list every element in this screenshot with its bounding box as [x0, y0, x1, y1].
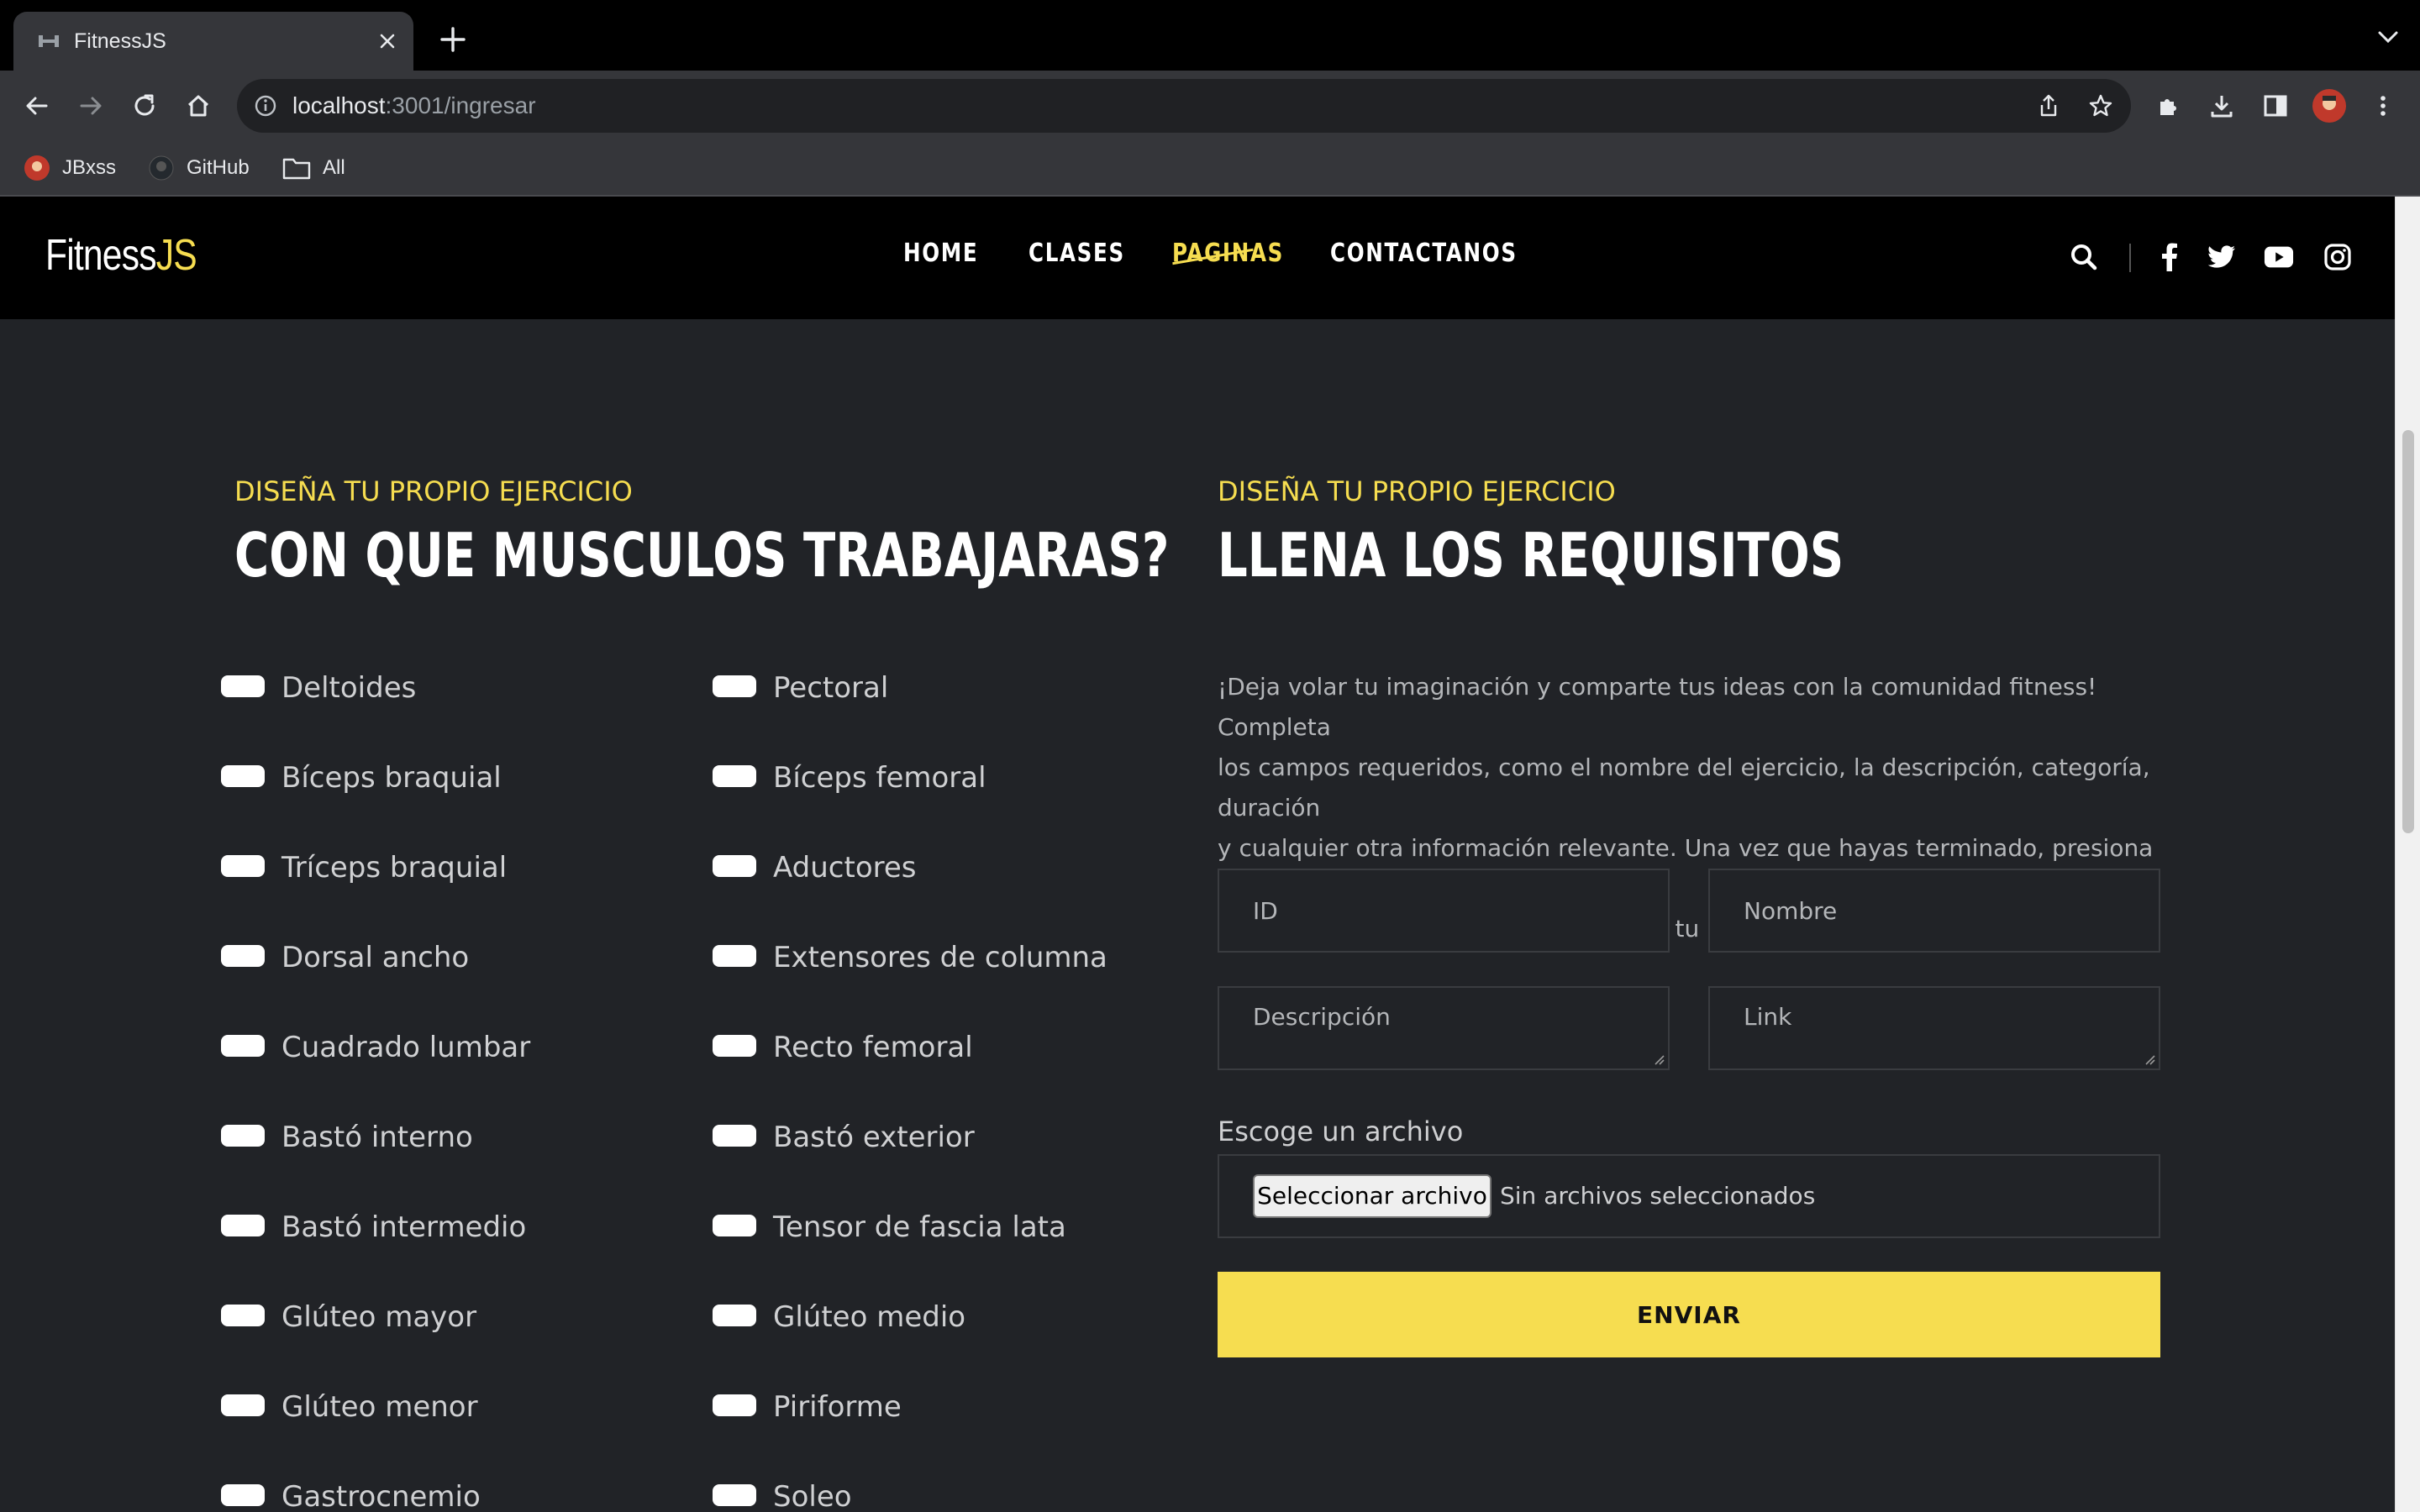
browser-tab[interactable]: FitnessJS	[13, 12, 413, 71]
id-field[interactable]: ID	[1218, 869, 1670, 953]
bookmark-all[interactable]: All	[282, 141, 345, 195]
file-input[interactable]: Seleccionar archivo Sin archivos selecci…	[1218, 1154, 2160, 1238]
avatar-icon	[24, 155, 50, 181]
forward-icon[interactable]	[72, 87, 109, 124]
left-subtitle: DISEÑA TU PROPIO EJERCICIO	[234, 475, 633, 507]
address-bar[interactable]: localhost:3001/ingresar	[237, 79, 2131, 133]
muscle-checkbox[interactable]	[221, 855, 265, 877]
muscle-checkbox[interactable]	[221, 765, 265, 787]
back-icon[interactable]	[18, 87, 55, 124]
submit-button[interactable]: ENVIAR	[1218, 1272, 2160, 1357]
github-icon	[149, 155, 174, 181]
reload-icon[interactable]	[126, 87, 163, 124]
link-textarea[interactable]: Link	[1708, 986, 2160, 1070]
muscle-checkbox[interactable]	[713, 1125, 756, 1147]
info-icon[interactable]	[252, 92, 279, 119]
facebook-icon[interactable]	[2154, 242, 2185, 272]
file-status: Sin archivos seleccionados	[1500, 1182, 1816, 1210]
page-scrollbar[interactable]	[2395, 197, 2420, 1512]
chevron-down-icon[interactable]	[2376, 29, 2400, 45]
download-icon[interactable]	[2203, 87, 2240, 124]
close-icon[interactable]	[376, 30, 398, 52]
muscle-checkbox[interactable]	[713, 1484, 756, 1506]
twitter-icon[interactable]	[2207, 242, 2237, 272]
muscle-checkbox[interactable]	[713, 765, 756, 787]
bookmarks-bar: JBxss GitHub All	[0, 141, 2420, 197]
folder-icon	[282, 158, 311, 180]
new-tab-icon[interactable]	[437, 24, 469, 55]
bookmark-github[interactable]: GitHub	[148, 141, 250, 195]
muscle-checkbox[interactable]	[221, 1035, 265, 1057]
search-icon[interactable]	[2069, 242, 2099, 272]
resize-handle-icon[interactable]	[2144, 1053, 2155, 1065]
star-icon[interactable]	[2087, 92, 2114, 119]
nav-contactanos[interactable]: CONTACTANOS	[1330, 239, 1518, 268]
muscle-checkbox[interactable]	[221, 1484, 265, 1506]
nav-home[interactable]: HOME	[903, 239, 978, 268]
dumbbell-icon	[39, 35, 59, 47]
muscle-checkbox[interactable]	[713, 1394, 756, 1416]
profile-avatar-icon[interactable]	[2311, 87, 2348, 124]
extensions-icon[interactable]	[2149, 87, 2186, 124]
bookmark-jbxss[interactable]: JBxss	[24, 141, 116, 195]
muscle-checkbox[interactable]	[713, 945, 756, 967]
nav-divider	[2129, 244, 2131, 272]
site-header: FitnessJS HOME CLASES PAGINAS CONTACTANO…	[0, 197, 2395, 319]
muscle-checkbox[interactable]	[713, 1035, 756, 1057]
choose-file-button[interactable]: Seleccionar archivo	[1253, 1174, 1491, 1218]
description-textarea[interactable]: Descripción	[1218, 986, 1670, 1070]
muscle-checkbox[interactable]	[221, 1125, 265, 1147]
share-icon[interactable]	[2035, 92, 2062, 119]
resize-handle-icon[interactable]	[1653, 1053, 1665, 1065]
muscle-checkbox[interactable]	[221, 1215, 265, 1236]
scrollbar-thumb[interactable]	[2402, 430, 2414, 833]
muscle-checkbox[interactable]	[221, 1394, 265, 1416]
nav-clases[interactable]: CLASES	[1028, 239, 1125, 268]
muscle-checkbox[interactable]	[221, 945, 265, 967]
side-panel-icon[interactable]	[2257, 87, 2294, 124]
right-heading: LLENA LOS REQUISITOS	[1218, 520, 1844, 591]
browser-tab-bar: FitnessJS	[0, 0, 2420, 71]
instagram-icon[interactable]	[2323, 242, 2353, 272]
home-icon[interactable]	[180, 87, 217, 124]
file-label: Escoge un archivo	[1218, 1116, 1464, 1147]
more-menu-icon[interactable]	[2365, 87, 2402, 124]
nav-paginas[interactable]: PAGINAS	[1172, 239, 1284, 268]
muscle-checkbox[interactable]	[713, 1305, 756, 1326]
tab-title: FitnessJS	[74, 29, 166, 53]
page-content: FitnessJS HOME CLASES PAGINAS CONTACTANO…	[0, 197, 2395, 1512]
site-logo[interactable]: FitnessJS	[45, 230, 197, 281]
muscle-checkbox[interactable]	[713, 1215, 756, 1236]
muscle-checkbox[interactable]	[713, 675, 756, 697]
url-text[interactable]: localhost:3001/ingresar	[292, 79, 536, 133]
left-heading: CON QUE MUSCULOS TRABAJARAS?	[234, 520, 1170, 591]
muscle-checkbox[interactable]	[713, 855, 756, 877]
youtube-icon[interactable]	[2264, 242, 2294, 272]
right-subtitle: DISEÑA TU PROPIO EJERCICIO	[1218, 475, 1616, 507]
browser-toolbar: localhost:3001/ingresar	[0, 71, 2420, 141]
muscle-checkbox[interactable]	[221, 675, 265, 697]
muscle-checkbox[interactable]	[221, 1305, 265, 1326]
name-field[interactable]: Nombre	[1708, 869, 2160, 953]
